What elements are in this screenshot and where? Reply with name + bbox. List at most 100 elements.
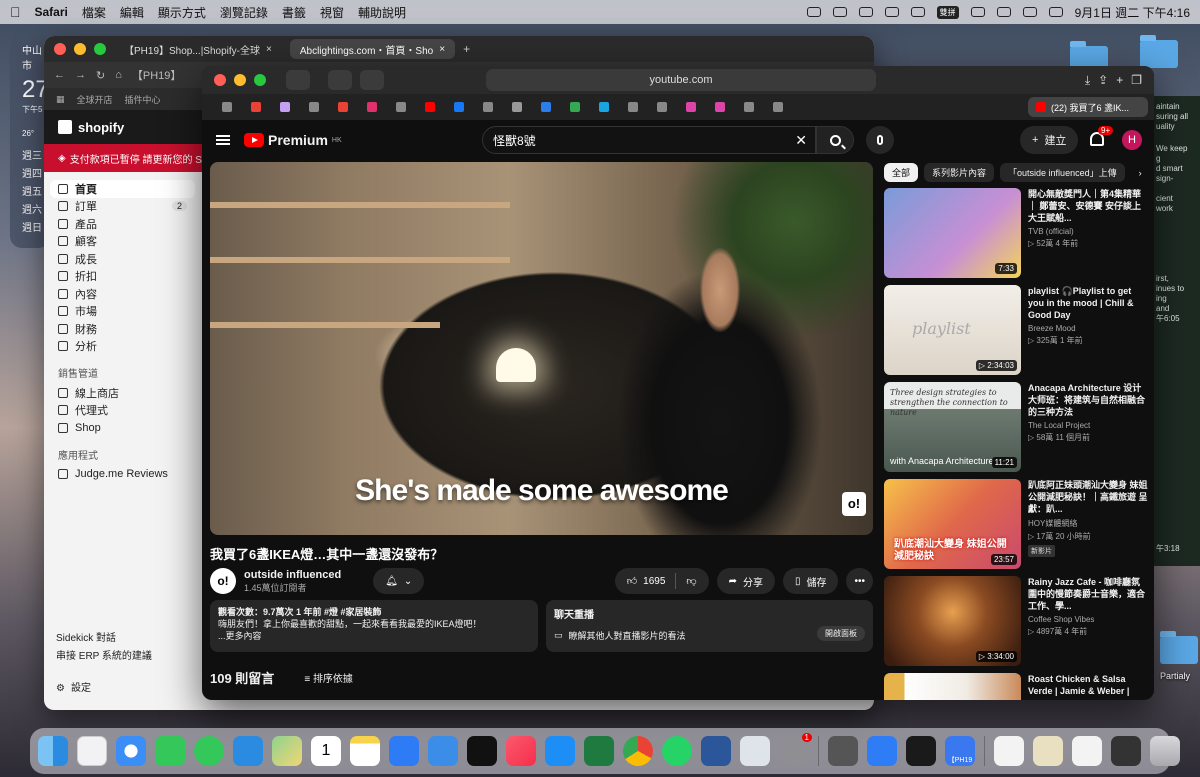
create-button[interactable]: + 建立 (1020, 126, 1079, 154)
bookmark-favicon[interactable] (309, 102, 319, 112)
thumbs-down-icon[interactable]: 👎︎ (686, 575, 696, 587)
simulator-icon[interactable] (740, 736, 770, 766)
app-icon[interactable] (906, 736, 936, 766)
minimize-window-button[interactable] (234, 74, 246, 86)
back-icon[interactable]: ← (54, 69, 65, 81)
sidebar-item-markets[interactable]: 市場 (50, 303, 195, 321)
download-icon[interactable]: ⤓ (1085, 73, 1090, 88)
tab-abclightings[interactable]: Abclightings.com・首頁・Sho × (289, 39, 456, 59)
screen-share-icon[interactable] (806, 7, 821, 17)
launchpad-icon[interactable] (77, 736, 107, 766)
sidebar-item-shop[interactable]: Shop (50, 419, 195, 437)
rec-channel[interactable]: TVB (official) (1028, 227, 1149, 236)
youtube-favicon[interactable] (425, 102, 435, 112)
input-method-badge[interactable]: 雙拼 (936, 5, 959, 19)
bookmark-favicon[interactable] (512, 102, 522, 112)
home-icon[interactable]: ⌂ (115, 69, 122, 81)
desktop-folder-icon[interactable] (1140, 35, 1178, 68)
instagram-favicon[interactable] (367, 102, 377, 112)
search-button[interactable] (816, 126, 854, 154)
bookmark-favicon[interactable] (599, 102, 609, 112)
google-favicon[interactable] (396, 102, 406, 112)
notes-icon[interactable] (350, 736, 380, 766)
menu-history[interactable]: 瀏覽記錄 (220, 4, 268, 21)
channel-watermark[interactable]: o! (842, 492, 866, 516)
recommendation-item[interactable]: playlist ▷ 2:34:03 playlist 🎧Playlist to … (884, 285, 1154, 377)
document-thumbnail[interactable] (1033, 736, 1063, 766)
like-button[interactable]: 👍︎ 1695 👎︎ (614, 568, 709, 594)
menu-view[interactable]: 顯示方式 (158, 4, 206, 21)
save-button[interactable]: ▯ 儲存 (782, 568, 839, 594)
google-favicon[interactable] (628, 102, 638, 112)
chrome-icon[interactable] (623, 736, 653, 766)
sidebar-item-online-store[interactable]: 線上商店 (50, 384, 195, 402)
calendar-icon[interactable]: 1 (311, 736, 341, 766)
document-thumbnail[interactable] (1111, 736, 1141, 766)
menu-window[interactable]: 視窗 (320, 4, 344, 21)
play-icon[interactable] (858, 7, 873, 17)
video-thumbnail[interactable]: Three design strategies to strengthen th… (884, 382, 1021, 472)
menu-app-name[interactable]: Safari (35, 5, 68, 19)
menu-help[interactable]: 輔助說明 (358, 4, 406, 21)
sales-channels-heading[interactable]: 銷售管道 (50, 355, 195, 384)
sidebar-item-analytics[interactable]: 分析 (50, 338, 195, 356)
apps-heading[interactable]: 應用程式 (50, 437, 195, 466)
video-thumbnail[interactable]: playlist ▷ 2:34:03 (884, 285, 1021, 375)
gmail-favicon[interactable] (338, 102, 348, 112)
siri-icon[interactable] (1048, 7, 1063, 17)
more-actions-button[interactable]: ••• (846, 568, 873, 594)
subscribed-bell-button[interactable]: 🔔︎ ⌄ (373, 568, 425, 594)
video-description[interactable]: 觀看次數：9.7萬次 1 年前 #燈 #家居裝飾 嗨朋友們！拿上你最喜歡的甜點，… (210, 600, 538, 652)
document-thumbnail[interactable] (1072, 736, 1102, 766)
channel-name[interactable]: outside influenced (244, 569, 341, 581)
erp-suggestion-link[interactable]: 串接 ERP 系統的建議 (56, 648, 152, 666)
google-favicon[interactable] (657, 102, 667, 112)
channel-avatar[interactable]: o! (210, 568, 236, 594)
sidebar-toggle-icon[interactable] (286, 70, 310, 90)
sidebar-item-agentic[interactable]: 代理式 (50, 402, 195, 420)
app-icon[interactable] (389, 736, 419, 766)
menu-bookmarks[interactable]: 書籤 (282, 4, 306, 21)
gmail-favicon[interactable] (251, 102, 261, 112)
sidebar-item-content[interactable]: 內容 (50, 285, 195, 303)
shopify-logo[interactable]: shopify (78, 120, 124, 135)
document-thumbnail[interactable] (994, 736, 1024, 766)
sync-icon[interactable] (832, 7, 847, 17)
ph19-app-icon[interactable]: 【PH19 (945, 736, 975, 766)
sidebar-item-home[interactable]: 首頁 (50, 180, 195, 198)
open-panel-button[interactable]: 開啟面板 (817, 626, 865, 641)
translate-icon[interactable] (428, 736, 458, 766)
sheets-favicon[interactable] (570, 102, 580, 112)
bookmark-item[interactable]: 插件中心 (125, 93, 161, 106)
back-button[interactable] (328, 70, 352, 90)
recommendation-item[interactable]: ▷ 3:34:00 Rainy Jazz Cafe - 咖啡廳氛圍中的慢節奏爵士… (884, 576, 1154, 668)
new-tab-icon[interactable]: + (1116, 73, 1123, 87)
rec-title[interactable]: 趴底阿正妹頭潮汕大變身 妹姐公開減肥秘訣！｜高鐵旅遊 呈獻：趴... (1028, 479, 1149, 515)
google-favicon[interactable] (222, 102, 232, 112)
rec-title[interactable]: playlist 🎧Playlist to get you in the moo… (1028, 285, 1149, 321)
google-favicon[interactable] (483, 102, 493, 112)
chip-channel-uploads[interactable]: 「outside influenced」上傳 (1000, 163, 1125, 182)
video-player[interactable]: She's made some awesome o! (210, 162, 873, 535)
sidebar-item-finance[interactable]: 財務 (50, 320, 195, 338)
trash-icon[interactable] (1150, 736, 1180, 766)
apple-tv-icon[interactable] (467, 736, 497, 766)
close-tab-icon[interactable]: × (266, 44, 272, 55)
settings-link[interactable]: ⚙ 設定 (56, 680, 152, 698)
minimize-window-button[interactable] (74, 43, 86, 55)
app-icon[interactable] (828, 736, 858, 766)
close-tab-icon[interactable]: × (439, 44, 445, 55)
recommendation-item[interactable]: 趴底潮汕大變身 妹姐公開減肥秘訣 23:57 趴底阿正妹頭潮汕大變身 妹姐公開減肥… (884, 479, 1154, 571)
bookmark-favicon[interactable] (744, 102, 754, 112)
app-store-icon[interactable] (545, 736, 575, 766)
chip-all[interactable]: 全部 (884, 163, 919, 182)
sidebar-item-discounts[interactable]: 折扣 (50, 268, 195, 286)
sidebar-item-judgeme[interactable]: Judge.me Reviews (50, 466, 195, 484)
close-window-button[interactable] (54, 43, 66, 55)
share-button[interactable]: ➦ 分享 (716, 568, 775, 594)
facetime-icon[interactable] (155, 736, 185, 766)
show-more-link[interactable]: ...更多內容 (218, 630, 530, 642)
battery-icon[interactable] (996, 7, 1011, 17)
sidebar-item-products[interactable]: 產品 (50, 215, 195, 233)
rec-title[interactable]: Roast Chicken & Salsa Verde | Jamie & We… (1028, 673, 1149, 697)
